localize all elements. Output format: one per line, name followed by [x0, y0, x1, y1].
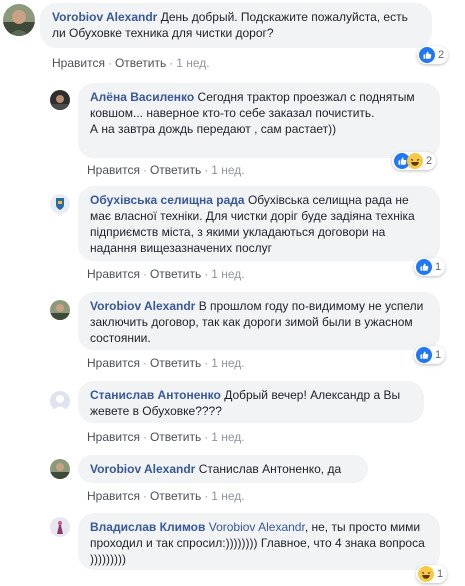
- comment-time[interactable]: 1 нед.: [211, 163, 244, 177]
- comment-time[interactable]: 1 нед.: [176, 56, 209, 70]
- comment-bubble: Vorobiov Alexandr Станислав Антоненко, д…: [78, 455, 368, 483]
- comment-author[interactable]: Обухівська селищна рада: [90, 193, 245, 207]
- like-link[interactable]: Нравится: [87, 163, 140, 177]
- reaction-count: 1: [435, 261, 442, 273]
- separator: ·: [204, 489, 209, 503]
- avatar[interactable]: [50, 391, 70, 411]
- comment-time[interactable]: 1 нед.: [211, 430, 244, 444]
- comment-actions: Нравится · Ответить · 1 нед.: [52, 56, 210, 70]
- avatar[interactable]: [50, 194, 70, 214]
- separator: ·: [142, 489, 147, 503]
- reaction-count: 1: [437, 568, 444, 580]
- comment-mention[interactable]: Vorobiov Alexandr: [209, 520, 305, 534]
- reaction-count: 1: [435, 349, 442, 361]
- comment-actions: Нравится · Ответить · 1 нед.: [87, 163, 245, 177]
- comment-author[interactable]: Vorobiov Alexandr: [90, 299, 195, 313]
- coat-of-arms-icon: [50, 194, 70, 214]
- comment-bubble: Владислав Климов Vorobiov Alexandr, не, …: [78, 513, 440, 570]
- comment-actions: Нравится · Ответить · 1 нед.: [87, 430, 245, 444]
- like-icon: [416, 259, 432, 275]
- like-icon: [416, 347, 432, 363]
- comment-author[interactable]: Алёна Василенко: [90, 90, 194, 104]
- separator: ·: [204, 356, 209, 370]
- reply-link[interactable]: Ответить: [150, 430, 201, 444]
- separator: ·: [142, 356, 147, 370]
- avatar-photo-icon: [50, 517, 70, 537]
- comment-actions: Нравится · Ответить · 1 нед.: [87, 356, 245, 370]
- comment-text-line2: А на завтра дождь передают , сам растает…: [90, 122, 337, 136]
- comment-author[interactable]: Владислав Климов: [90, 520, 205, 534]
- avatar[interactable]: [3, 4, 35, 36]
- avatar[interactable]: [50, 90, 70, 110]
- avatar[interactable]: [50, 300, 70, 320]
- avatar-photo-icon: [50, 90, 70, 110]
- reaction-badge[interactable]: 1: [416, 565, 448, 583]
- reply-link[interactable]: Ответить: [150, 267, 201, 281]
- comment-time[interactable]: 1 нед.: [211, 267, 244, 281]
- separator: ·: [142, 430, 147, 444]
- comment-author[interactable]: Vorobiov Alexandr: [90, 462, 195, 476]
- reaction-count: 2: [438, 49, 445, 61]
- reply-link[interactable]: Ответить: [150, 163, 201, 177]
- comment-text: Станислав Антоненко, да: [198, 462, 342, 476]
- reaction-badge[interactable]: 2: [417, 46, 449, 64]
- reaction-badge[interactable]: 1: [414, 346, 446, 364]
- separator: ·: [204, 267, 209, 281]
- reply-link[interactable]: Ответить: [150, 489, 201, 503]
- comment-bubble: Vorobiov Alexandr День добрый. Подскажит…: [40, 3, 432, 48]
- avatar[interactable]: [50, 459, 70, 479]
- comment-bubble: Станислав Антоненко Добрый вечер! Алекса…: [78, 381, 424, 423]
- separator: ·: [142, 267, 147, 281]
- separator: ·: [204, 430, 209, 444]
- haha-icon: [407, 153, 423, 169]
- avatar-photo-icon: [50, 459, 70, 479]
- reaction-count: 2: [426, 155, 433, 167]
- reply-link[interactable]: Ответить: [115, 56, 166, 70]
- comment-time[interactable]: 1 нед.: [211, 489, 244, 503]
- haha-icon: [418, 566, 434, 582]
- comment-actions: Нравится · Ответить · 1 нед.: [87, 267, 245, 281]
- like-icon: [419, 47, 435, 63]
- comment-bubble: Алёна Василенко Сегодня трактор проезжал…: [78, 83, 440, 158]
- like-link[interactable]: Нравится: [87, 489, 140, 503]
- comment-actions: Нравится · Ответить · 1 нед.: [87, 489, 245, 503]
- comment-author[interactable]: Vorobiov Alexandr: [52, 10, 157, 24]
- separator: ·: [204, 163, 209, 177]
- like-link[interactable]: Нравится: [87, 356, 140, 370]
- reaction-badge[interactable]: 1: [414, 258, 446, 276]
- separator: ·: [107, 56, 112, 70]
- comment-bubble: Обухівська селищна рада Обухівська селищ…: [78, 186, 440, 261]
- separator: ·: [142, 163, 147, 177]
- avatar-photo-icon: [50, 300, 70, 320]
- avatar[interactable]: [50, 517, 70, 537]
- reaction-badge[interactable]: 2: [392, 152, 437, 170]
- reply-link[interactable]: Ответить: [150, 356, 201, 370]
- like-link[interactable]: Нравится: [87, 267, 140, 281]
- comment-bubble: Vorobiov Alexandr В прошлом году по-види…: [78, 292, 440, 350]
- avatar-photo-icon: [3, 4, 35, 36]
- comment-time[interactable]: 1 нед.: [211, 356, 244, 370]
- comment-author[interactable]: Станислав Антоненко: [90, 388, 221, 402]
- avatar-default-icon: [50, 391, 70, 411]
- separator: ·: [169, 56, 174, 70]
- like-link[interactable]: Нравится: [52, 56, 105, 70]
- like-link[interactable]: Нравится: [87, 430, 140, 444]
